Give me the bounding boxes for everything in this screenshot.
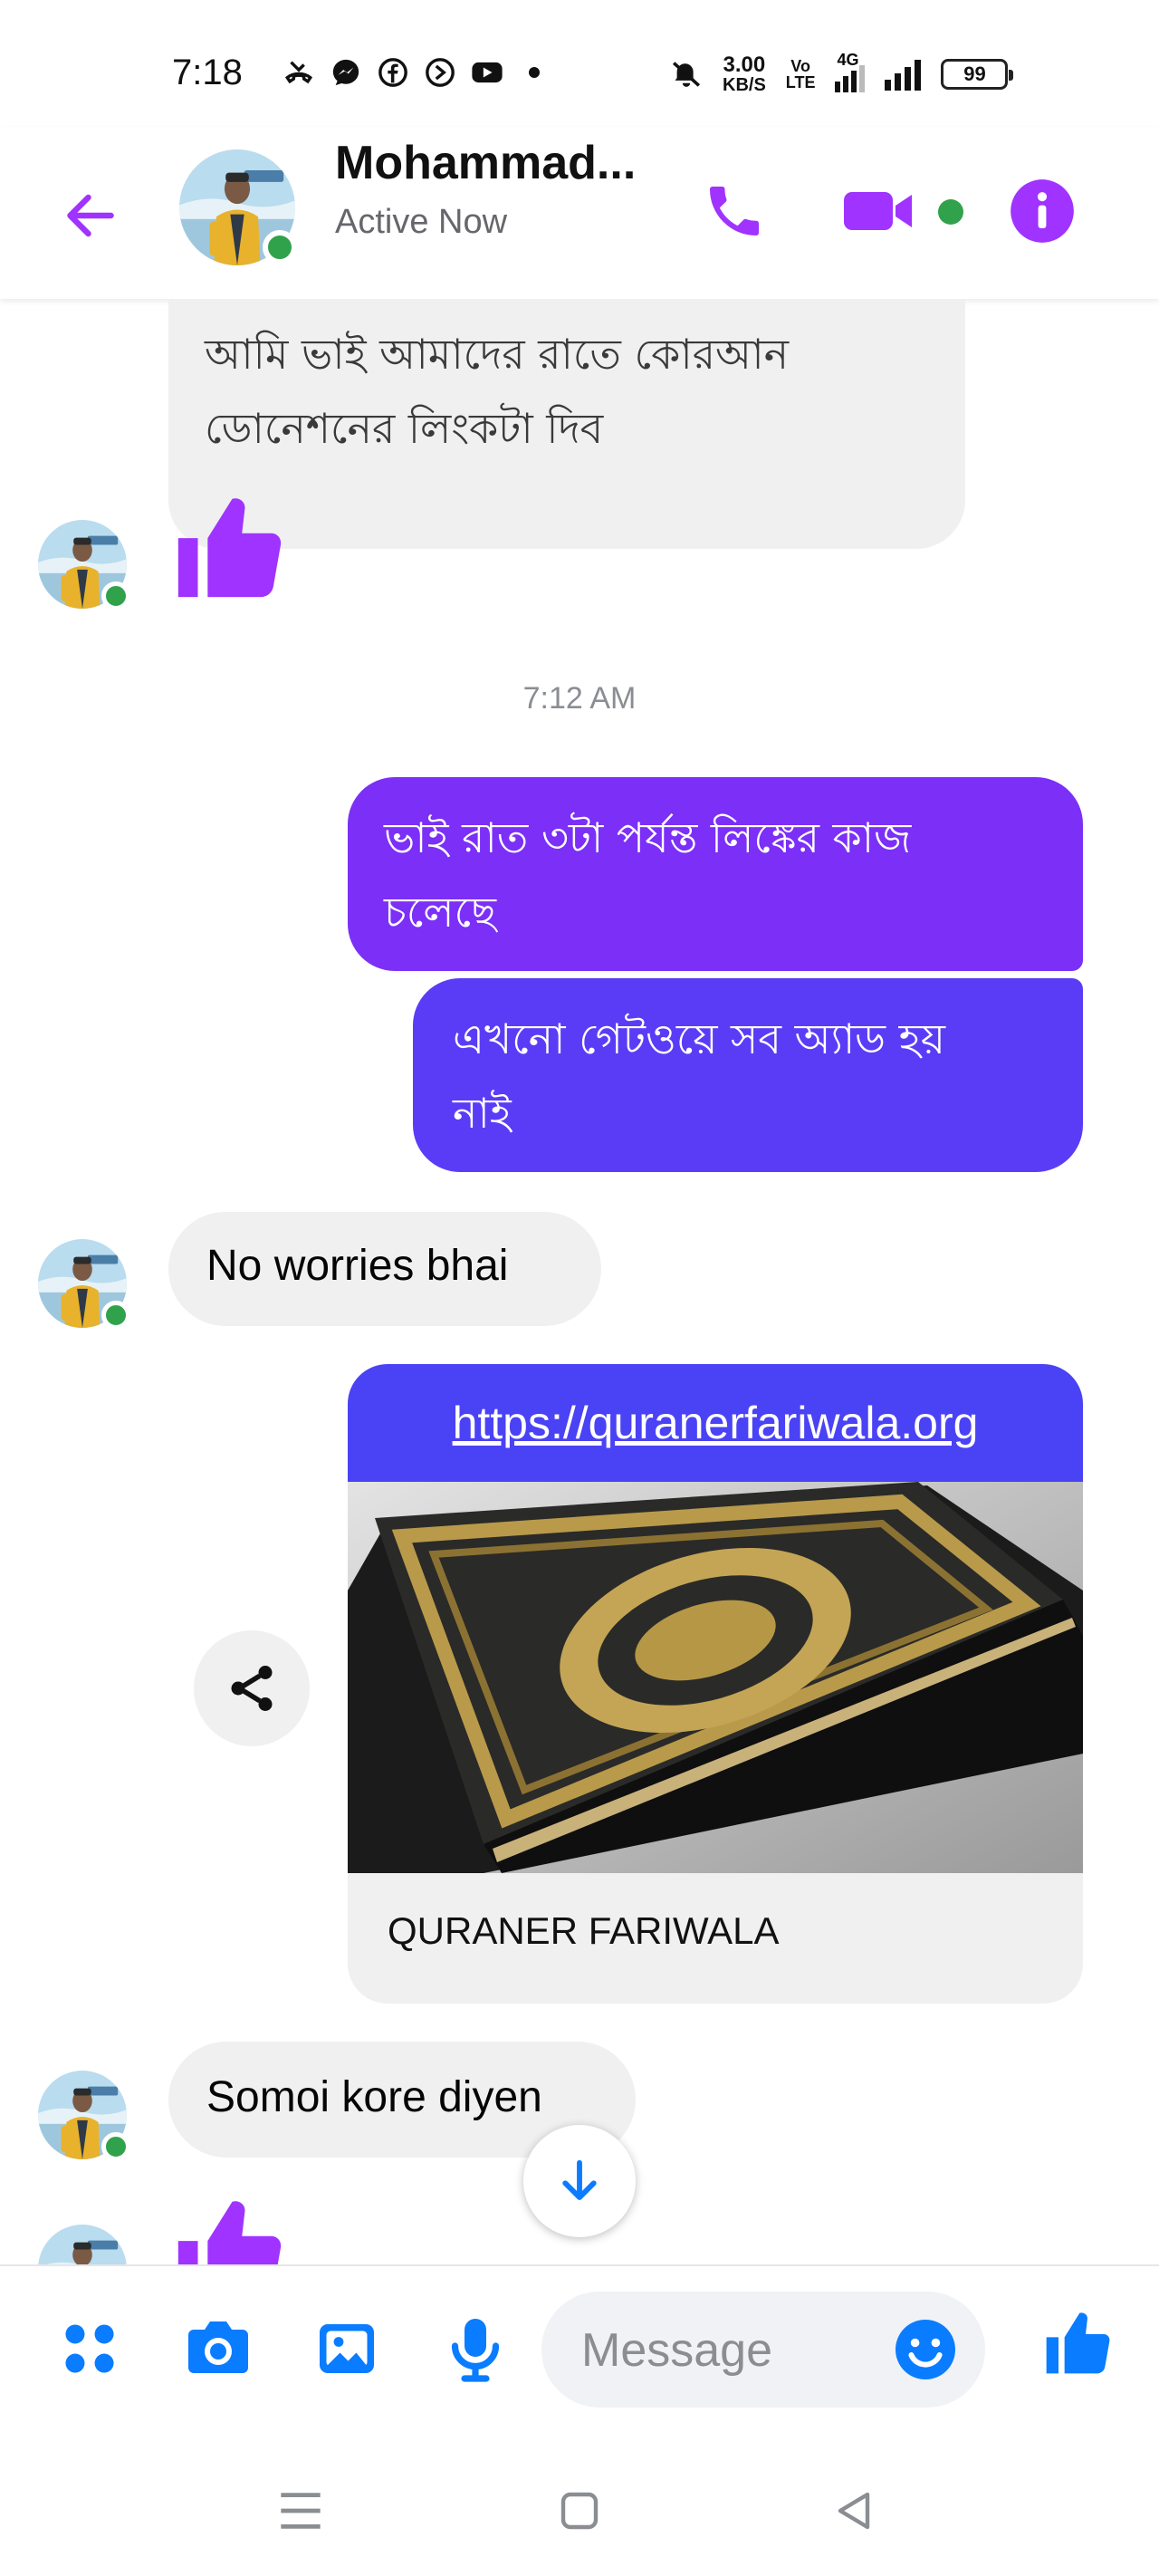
home-button[interactable] xyxy=(534,2465,625,2556)
more-notifications-icon xyxy=(518,56,551,89)
youtube-icon xyxy=(471,56,503,89)
send-like-button[interactable] xyxy=(1036,2302,1117,2384)
menu-lines-icon xyxy=(281,2493,321,2529)
camera-button[interactable] xyxy=(177,2308,259,2389)
scroll-to-bottom-button[interactable] xyxy=(523,2125,636,2237)
status-notification-icons xyxy=(283,54,551,91)
status-system-icons: 3.00 KB/S Vo LTE 4G 99 xyxy=(670,47,1014,101)
mute-icon xyxy=(670,58,703,91)
active-status: Active Now xyxy=(335,203,508,241)
volte-top: Vo xyxy=(790,57,810,75)
info-icon xyxy=(1011,179,1074,243)
share-button[interactable] xyxy=(194,1630,310,1746)
system-navigation-bar xyxy=(0,2446,1159,2576)
thumbs-up-reaction-icon[interactable] xyxy=(168,489,286,607)
messenger-icon xyxy=(330,56,362,89)
arrow-down-icon xyxy=(562,2159,597,2200)
thumbs-up-icon xyxy=(1040,2307,1113,2379)
video-call-button[interactable] xyxy=(838,170,920,252)
info-button[interactable] xyxy=(1001,170,1083,252)
outgoing-message-bubble[interactable]: এখনো গেটওয়ে সব অ্যাড হয় নাই xyxy=(413,978,1083,1172)
message-line: এখনো গেটওয়ে সব অ্যাড হয় xyxy=(453,1014,945,1063)
incoming-message-bubble[interactable]: আমি ভাই আমাদের রাতে কোরআন ডোনেশনের লিংকট… xyxy=(168,299,965,549)
message-text: No worries bhai xyxy=(206,1242,509,1290)
triangle-back-icon xyxy=(838,2492,870,2530)
microphone-icon xyxy=(451,2319,500,2382)
status-time: 7:18 xyxy=(172,53,243,92)
link-title: QURANER FARIWALA xyxy=(388,1909,780,1952)
back-nav-button[interactable] xyxy=(809,2465,900,2556)
battery-icon: 99 xyxy=(941,59,1014,90)
network-speed-unit: KB/S xyxy=(723,75,766,95)
message-line: আমি ভাই আমাদের রাতে কোরআন xyxy=(205,330,790,379)
network-speed-value: 3.00 xyxy=(723,53,766,77)
voice-record-button[interactable] xyxy=(435,2308,516,2389)
signal-4g: 4G xyxy=(835,51,866,92)
message-input[interactable] xyxy=(580,2292,855,2409)
battery-level: 99 xyxy=(963,62,986,85)
network-speed: 3.00 KB/S xyxy=(723,53,766,95)
message-text: আমি ভাই আমাদের রাতে কোরআন ডোনেশনের লিংকট… xyxy=(205,317,789,466)
quran-book-image[interactable] xyxy=(348,1482,1083,1873)
online-indicator xyxy=(101,2132,130,2161)
image-icon xyxy=(320,2324,374,2373)
gallery-button[interactable] xyxy=(306,2308,388,2389)
contact-name[interactable]: Mohammad... xyxy=(335,136,636,190)
emoji-button[interactable] xyxy=(891,2315,960,2384)
back-button[interactable] xyxy=(54,179,127,252)
link-url[interactable]: https://quranerfariwala.org xyxy=(453,1397,979,1449)
video-online-dot xyxy=(938,199,963,225)
volte-indicator: Vo LTE xyxy=(786,58,816,91)
recents-button[interactable] xyxy=(255,2465,346,2556)
message-timestamp: 7:12 AM xyxy=(522,681,637,716)
voice-call-button[interactable] xyxy=(694,170,775,252)
facebook-icon xyxy=(377,56,409,89)
camera-icon xyxy=(188,2321,248,2373)
chat-header: Mohammad... Active Now xyxy=(0,127,1159,299)
message-line: নাই xyxy=(453,1089,512,1138)
message-composer xyxy=(0,2264,1159,2447)
message-text: এখনো গেটওয়ে সব অ্যাড হয় নাই xyxy=(453,1002,945,1150)
incoming-message-bubble[interactable]: No worries bhai xyxy=(168,1212,601,1326)
smiley-icon xyxy=(896,2320,955,2379)
more-actions-button[interactable] xyxy=(49,2308,130,2389)
grid-dots-icon xyxy=(65,2324,114,2373)
missed-call-icon xyxy=(283,56,315,89)
outgoing-message-bubble[interactable]: ভাই রাত ৩টা পর্যন্ত লিঙ্কের কাজ চলেছে xyxy=(348,777,1083,971)
message-line: ভাই রাত ৩টা পর্যন্ত লিঙ্কের কাজ xyxy=(384,813,912,862)
phone-icon xyxy=(710,187,759,235)
message-line: চলেছে xyxy=(384,888,496,937)
link-preview-card[interactable]: https://quranerfariwala.org QURANER FARI… xyxy=(348,1364,1083,2004)
video-camera-icon xyxy=(844,192,912,230)
online-indicator xyxy=(263,230,297,264)
message-text: Somoi kore diyen xyxy=(206,2073,542,2121)
message-text: ভাই রাত ৩টা পর্যন্ত লিঙ্কের কাজ চলেছে xyxy=(384,801,911,949)
signal-bars-icon xyxy=(885,58,922,91)
online-indicator xyxy=(101,582,130,610)
online-indicator xyxy=(101,1301,130,1330)
back-arrow-icon xyxy=(67,194,114,237)
link-app-icon xyxy=(424,56,456,89)
square-icon xyxy=(560,2492,599,2530)
link-url-bar[interactable]: https://quranerfariwala.org xyxy=(348,1364,1083,1482)
share-icon xyxy=(231,1666,273,1711)
volte-bottom: LTE xyxy=(785,73,816,91)
message-line: ডোনেশনের লিংকটা দিব xyxy=(205,404,604,453)
message-input-container[interactable] xyxy=(541,2292,985,2409)
network-type: 4G xyxy=(837,51,859,69)
